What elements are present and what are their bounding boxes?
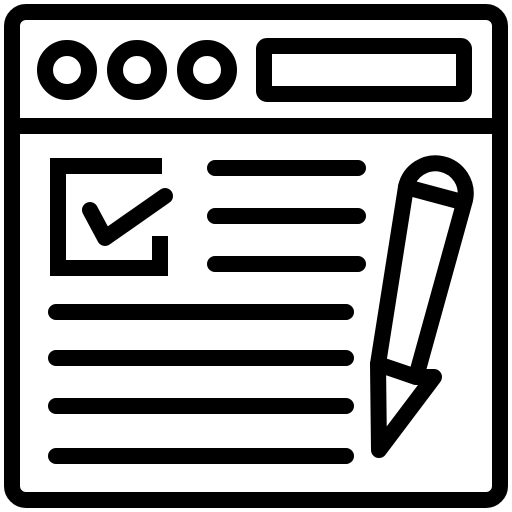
window-dot-icon bbox=[177, 40, 237, 100]
text-lines-icon bbox=[48, 304, 354, 464]
check-mark-icon bbox=[82, 188, 173, 246]
window-dot-icon bbox=[107, 40, 167, 100]
web-form-checklist-edit-icon bbox=[4, 4, 508, 508]
pencil-left-edge bbox=[370, 179, 414, 372]
pencil-eraser-band bbox=[398, 179, 470, 210]
window-dot-icon bbox=[37, 40, 97, 100]
window-dots bbox=[37, 40, 237, 100]
short-text-lines bbox=[207, 160, 366, 272]
pencil-icon bbox=[370, 155, 474, 458]
address-bar-icon bbox=[256, 38, 472, 102]
icon-canvas bbox=[0, 0, 512, 512]
checked-checkbox-icon bbox=[50, 158, 173, 276]
